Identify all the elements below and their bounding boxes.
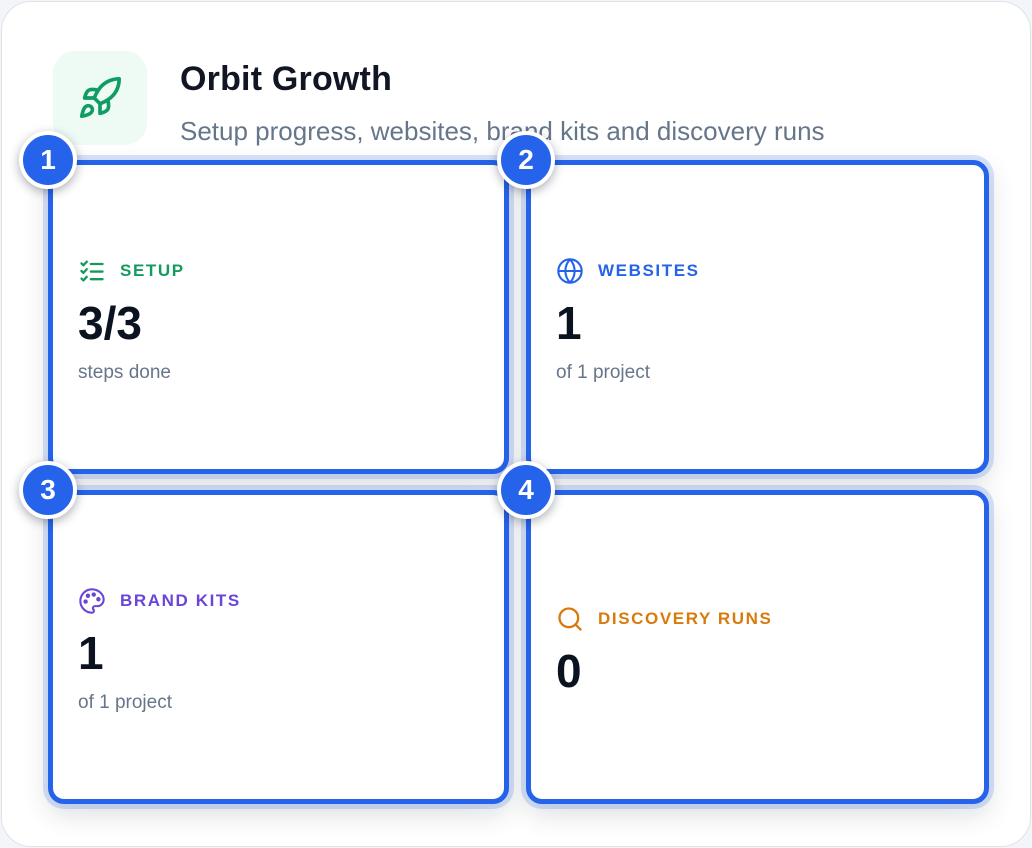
brand-kits-label: BRAND KITS bbox=[120, 591, 241, 610]
brand-kits-caption: of 1 project bbox=[78, 692, 172, 713]
search-icon bbox=[558, 607, 582, 631]
setup-caption: steps done bbox=[78, 362, 171, 383]
discovery-runs-header: DISCOVERY RUNS bbox=[556, 605, 773, 633]
palette-icon bbox=[79, 588, 105, 614]
overview-card: Orbit Growth Setup progress, websites, b… bbox=[1, 1, 1031, 847]
websites-caption: of 1 project bbox=[556, 362, 650, 383]
websites-label: WEBSITES bbox=[598, 261, 700, 280]
discovery-runs-tile[interactable]: DISCOVERY RUNS 0 bbox=[526, 490, 989, 804]
websites-tile[interactable]: WEBSITES 1 of 1 project bbox=[526, 160, 989, 474]
setup-header: SETUP bbox=[78, 257, 185, 285]
globe-icon bbox=[557, 258, 583, 284]
tile-badge-2: 2 bbox=[497, 131, 555, 189]
rocket-icon bbox=[79, 77, 121, 119]
brand-kits-tile[interactable]: BRAND KITS 1 of 1 project bbox=[48, 490, 509, 804]
tile-badge-1: 1 bbox=[19, 131, 77, 189]
setup-tile[interactable]: SETUP 3/3 steps done bbox=[48, 160, 509, 474]
brand-kits-value: 1 bbox=[78, 627, 104, 679]
tile-badge-4: 4 bbox=[497, 461, 555, 519]
setup-value: 3/3 bbox=[78, 297, 142, 349]
app-logo bbox=[53, 51, 147, 145]
websites-header: WEBSITES bbox=[556, 257, 700, 285]
tile-badge-3: 3 bbox=[19, 461, 77, 519]
brand-kits-header: BRAND KITS bbox=[78, 587, 241, 615]
checklist-icon bbox=[80, 260, 104, 282]
websites-value: 1 bbox=[556, 297, 582, 349]
setup-label: SETUP bbox=[120, 261, 185, 280]
discovery-runs-label: DISCOVERY RUNS bbox=[598, 609, 773, 628]
page-title: Orbit Growth bbox=[180, 60, 393, 98]
discovery-runs-value: 0 bbox=[556, 645, 582, 697]
